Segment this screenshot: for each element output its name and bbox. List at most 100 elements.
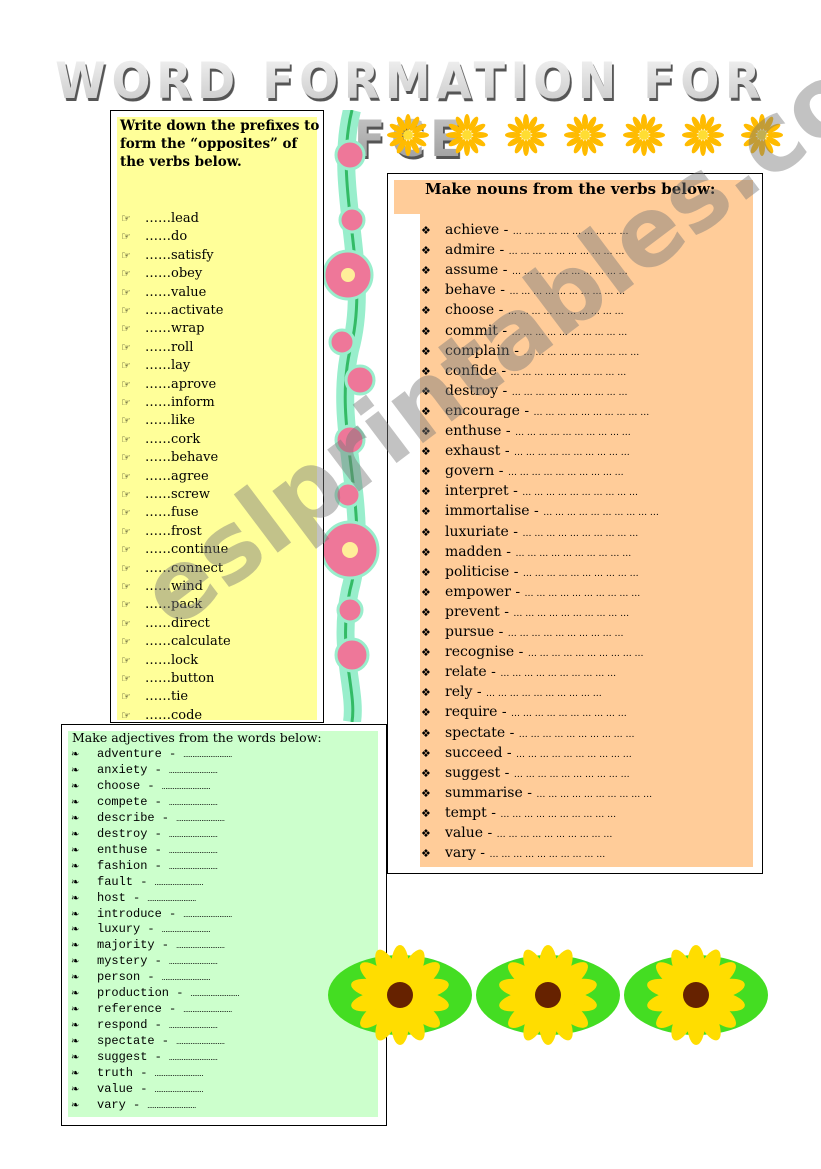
blank-line: … … … … … … … … … … xyxy=(489,850,606,861)
word: value xyxy=(171,284,207,300)
sunflower-icon xyxy=(476,945,620,1045)
word: agree xyxy=(171,468,209,484)
list-item: ❖ exhaust - … … … … … … … … … … xyxy=(421,441,630,461)
list-item: ❖ recognise - … … … … … … … … … … xyxy=(421,642,644,662)
word: choose - xyxy=(97,778,162,793)
word: pack xyxy=(171,597,203,613)
word: mystery - xyxy=(97,954,170,969)
word: pursue - xyxy=(445,624,508,640)
nouns-exercise: Make nouns from the verbs below: ❖ achiev… xyxy=(387,173,763,874)
four-diamond-icon: ❖ xyxy=(421,666,431,680)
scroll-ornament-icon: ❧ xyxy=(71,796,80,808)
word: govern - xyxy=(445,463,508,480)
pointing-hand-icon: ☞ xyxy=(121,506,131,520)
blank-line: …… xyxy=(145,229,171,245)
four-diamond-icon: ❖ xyxy=(421,545,431,559)
word: connect xyxy=(171,560,224,576)
word: lead xyxy=(171,211,199,226)
blank-line: … … … … … … … … … … xyxy=(510,367,627,378)
four-diamond-icon: ❖ xyxy=(421,686,431,700)
four-diamond-icon: ❖ xyxy=(421,585,431,599)
blank-line: ……………………… xyxy=(169,1053,218,1064)
four-diamond-icon: ❖ xyxy=(421,485,431,499)
blank-line: …… xyxy=(145,689,171,705)
list-item: ❧ respond - ……………………… xyxy=(71,1017,218,1033)
list-item: ❧ production - ……………………… xyxy=(71,985,239,1001)
scroll-ornament-icon: ❧ xyxy=(71,1052,80,1064)
list-item: ❧ fashion - ……………………… xyxy=(71,858,218,874)
four-diamond-icon: ❖ xyxy=(421,626,431,639)
blank-line: … … … … … … … … … … xyxy=(536,789,653,800)
list-item: ❖ admire - … … … … … … … … … … xyxy=(421,240,624,260)
word: adventure - xyxy=(97,747,184,761)
blank-line: … … … … … … … … … … xyxy=(527,649,644,660)
sun-icon xyxy=(682,114,724,156)
word: require - xyxy=(445,704,512,721)
blank-line: … … … … … … … … … … xyxy=(522,488,639,499)
list-item: ❧ adventure - ……………………… xyxy=(71,746,232,762)
word: introduce - xyxy=(97,906,184,921)
list-item: ❧ anxiety - ……………………… xyxy=(71,762,218,778)
blank-line: ……………………… xyxy=(161,973,211,984)
list-item: ☞ ……direct xyxy=(121,615,210,633)
pointing-hand-icon: ☞ xyxy=(121,285,131,299)
blank-line: ……………………… xyxy=(161,781,211,792)
blank-line: ……………………… xyxy=(169,1021,218,1032)
blank-line: ……………………… xyxy=(147,1100,197,1111)
pointing-hand-icon: ☞ xyxy=(121,396,131,409)
list-item: ❧ majority - ……………………… xyxy=(71,937,225,953)
list-item: ❖ behave - … … … … … … … … … … xyxy=(421,280,625,300)
list-item: ☞ ……like xyxy=(121,412,195,430)
scroll-ornament-icon: ❧ xyxy=(71,1020,80,1032)
word: lay xyxy=(171,358,191,374)
list-item: ❧ truth - ……………………… xyxy=(71,1065,203,1081)
list-item: ❖ require - … … … … … … … … … … xyxy=(421,702,627,722)
list-item: ☞ ……code xyxy=(121,707,202,725)
word: continue xyxy=(171,542,229,558)
scroll-ornament-icon: ❧ xyxy=(71,876,80,888)
scroll-ornament-icon: ❧ xyxy=(71,1099,80,1111)
list-item: ❖ govern - … … … … … … … … … … xyxy=(421,461,624,481)
pointing-hand-icon: ☞ xyxy=(121,690,131,704)
blank-line: … … … … … … … … … … xyxy=(508,247,625,258)
blank-line: … … … … … … … … … … xyxy=(512,227,629,237)
list-item: ❖ value - … … … … … … … … … … xyxy=(421,823,612,843)
list-item: ☞ ……fuse xyxy=(121,504,199,522)
blank-line: … … … … … … … … … … xyxy=(513,608,630,619)
blank-line: ……………………… xyxy=(154,877,204,888)
word: succeed - xyxy=(445,744,517,761)
list-item: ☞ ……button xyxy=(121,670,214,688)
blank-line: ……………………… xyxy=(176,1037,225,1048)
word: lock xyxy=(171,652,199,668)
word: behave xyxy=(171,450,219,466)
list-item: ❖ relate - … … … … … … … … … … xyxy=(421,662,616,682)
pointing-hand-icon: ☞ xyxy=(121,230,131,244)
pointing-hand-icon: ☞ xyxy=(121,708,131,722)
list-item: ☞ ……activate xyxy=(121,302,223,320)
blank-line: ……………………… xyxy=(161,925,211,936)
word: luxuriate - xyxy=(445,523,523,540)
blank-line: … … … … … … … … … … xyxy=(513,769,630,780)
blank-line: … … … … … … … … … … xyxy=(507,307,624,318)
four-diamond-icon: ❖ xyxy=(421,505,431,519)
list-item: ☞ ……do xyxy=(121,228,187,246)
pointing-hand-icon: ☞ xyxy=(121,451,131,465)
word: describe - xyxy=(97,810,177,825)
four-diamond-icon: ❖ xyxy=(421,425,431,438)
list-item: ☞ ……behave xyxy=(121,449,218,467)
word: suggest - xyxy=(97,1050,170,1065)
word: value - xyxy=(97,1081,155,1096)
word: summarise - xyxy=(445,784,537,801)
scroll-ornament-icon: ❧ xyxy=(71,940,80,952)
blank-line: …… xyxy=(145,505,171,521)
pointing-hand-icon: ☞ xyxy=(121,543,131,557)
blank-line: … … … … … … … … … … xyxy=(511,387,628,398)
blank-line: …… xyxy=(145,579,171,594)
flower-vine-decoration xyxy=(320,110,380,722)
word: suggest - xyxy=(445,764,514,781)
word: luxury - xyxy=(97,922,162,937)
word: button xyxy=(171,671,215,686)
blank-line: …… xyxy=(145,523,171,539)
blank-line: …… xyxy=(145,395,171,410)
list-item: ❖ summarise - … … … … … … … … … … xyxy=(421,783,652,803)
